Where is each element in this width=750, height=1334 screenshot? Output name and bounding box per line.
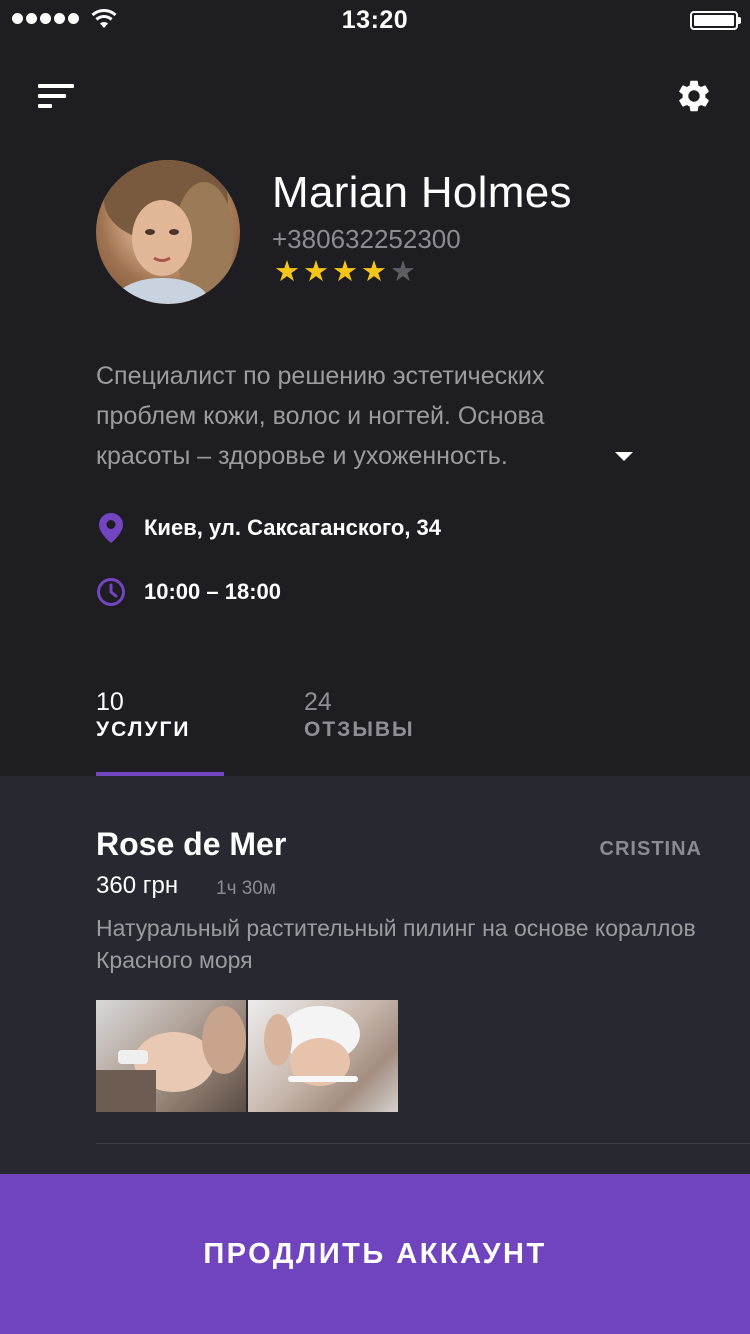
tab-bar: 10 УСЛУГИ 24 ОТЗЫВЫ: [0, 688, 750, 776]
star-icon: ★: [332, 256, 358, 288]
divider: [96, 1143, 750, 1144]
tab-services[interactable]: 10 УСЛУГИ: [96, 688, 191, 744]
status-time: 13:20: [341, 6, 409, 34]
service-duration: 1ч 30м: [216, 878, 276, 899]
address-row[interactable]: Киев, ул. Саксаганского, 34: [96, 513, 441, 543]
chevron-down-icon[interactable]: [615, 450, 633, 462]
tab-reviews[interactable]: 24 ОТЗЫВЫ: [304, 688, 415, 744]
menu-icon[interactable]: [38, 84, 76, 110]
rating-stars: ★ ★ ★ ★ ★: [274, 256, 416, 288]
avatar: [96, 160, 240, 304]
star-icon: ★: [361, 256, 387, 288]
profile-phone[interactable]: +380632252300: [272, 224, 461, 255]
tab-label: ОТЗЫВЫ: [304, 718, 415, 741]
tab-label: УСЛУГИ: [96, 718, 191, 741]
tab-count: 24: [304, 688, 332, 716]
service-master: CRISTINA: [599, 838, 702, 860]
service-title: Rose de Mer: [96, 826, 287, 862]
battery-icon: [690, 11, 741, 30]
service-photo[interactable]: [248, 1000, 398, 1112]
service-description: Натуральный растительный пилинг на основ…: [96, 915, 696, 973]
clock-icon: [96, 577, 126, 607]
extend-account-button[interactable]: ПРОДЛИТЬ АККАУНТ: [0, 1174, 750, 1334]
profile-bio: Специалист по решению эстетических пробл…: [96, 362, 545, 470]
hours-row: 10:00 – 18:00: [96, 577, 281, 607]
hours-label: 10:00 – 18:00: [144, 579, 281, 604]
profile-name: Marian Holmes: [272, 168, 572, 217]
service-photo[interactable]: [96, 1000, 246, 1112]
star-icon: ★: [303, 256, 329, 288]
star-icon: ★: [274, 256, 300, 288]
status-bar: 13:20: [0, 0, 750, 40]
gear-icon[interactable]: [675, 77, 713, 115]
service-list: Rose de Mer CRISTINA 360 грн 1ч 30м Нату…: [0, 776, 750, 1176]
tab-count: 10: [96, 688, 124, 716]
service-price: 360 грн: [96, 872, 179, 899]
address-label: Киев, ул. Саксаганского, 34: [144, 515, 442, 540]
location-pin-icon: [96, 513, 126, 543]
star-icon: ★: [390, 256, 416, 288]
